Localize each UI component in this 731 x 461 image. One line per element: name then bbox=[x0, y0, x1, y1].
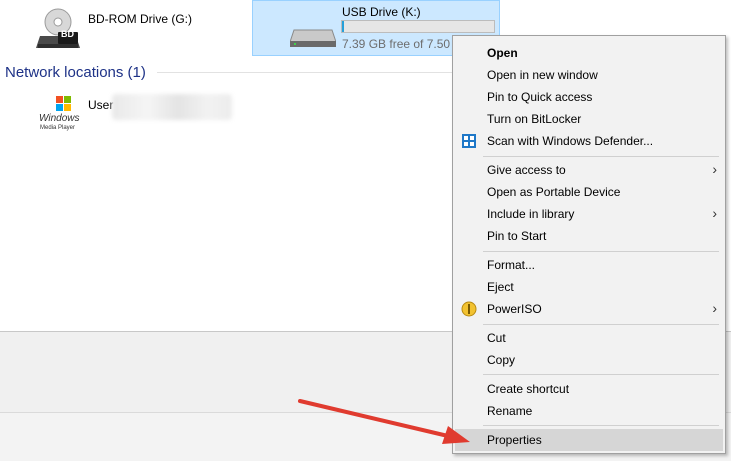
red-arrow-annotation bbox=[298, 399, 470, 444]
